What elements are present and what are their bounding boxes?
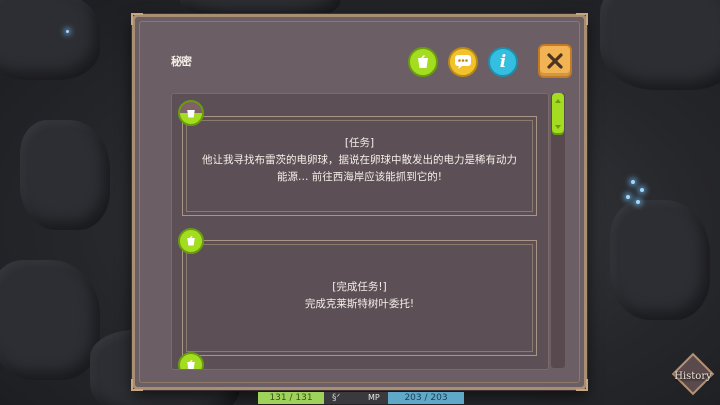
bucket-icon: [418, 55, 428, 68]
quest-entry: [完成任务!] 完成克莱斯特树叶委托!: [182, 240, 537, 356]
chevron-down-icon: [555, 125, 561, 129]
hud-separator: §ᐟ: [324, 392, 368, 404]
quest-log-scrollbar[interactable]: [551, 93, 565, 368]
quest-log-list[interactable]: [任务] 他让我寻找布雷茨的电卵球，据说在卵球中散发出的电力是稀有动力能源… 前…: [171, 93, 549, 370]
quest-entry-title: [完成任务!]: [332, 281, 387, 293]
quest-entry-body: 完成克莱斯特树叶委托!: [304, 298, 415, 310]
mp-value: 203 / 203: [388, 392, 464, 404]
quest-dialog: 秘密 i [任务] 他让我寻找布雷茨的电卵球，据说在卵球中散发出的电力是稀有动力…: [131, 13, 588, 391]
mp-label: MP: [368, 392, 388, 404]
status-bar: 131 / 131 §ᐟ MP 203 / 203: [258, 391, 464, 405]
history-label: History: [674, 371, 712, 382]
chevron-up-icon: [555, 99, 561, 103]
info-icon: i: [499, 52, 507, 72]
frame-corner: [131, 13, 143, 25]
character-portrait: 秘密: [171, 55, 192, 68]
hp-value: 131 / 131: [258, 392, 324, 404]
close-icon: [547, 53, 563, 69]
quest-entry-text: [任务] 他让我寻找布雷茨的电卵球，据说在卵球中散发出的电力是稀有动力能源… 前…: [183, 135, 536, 186]
quest-entry-title: [任务]: [344, 137, 375, 149]
quest-status-pending-icon: [178, 100, 204, 126]
quest-status-done-icon: [178, 228, 204, 254]
frame-corner: [131, 379, 143, 391]
task-button[interactable]: [408, 47, 438, 77]
frame-corner: [576, 379, 588, 391]
scrollbar-thumb[interactable]: [552, 93, 564, 135]
speech-bubble-icon: [455, 55, 471, 69]
frame-corner: [576, 13, 588, 25]
quest-entry-text: [完成任务!] 完成克莱斯特树叶委托!: [183, 279, 536, 313]
history-button[interactable]: History: [668, 352, 718, 403]
quest-entry-body: 他让我寻找布雷茨的电卵球，据说在卵球中散发出的电力是稀有动力能源… 前往西海岸应…: [202, 154, 517, 183]
quest-entry: [任务] 他让我寻找布雷茨的电卵球，据说在卵球中散发出的电力是稀有动力能源… 前…: [182, 116, 537, 216]
info-button[interactable]: i: [488, 47, 518, 77]
chat-button[interactable]: [448, 47, 478, 77]
close-button[interactable]: [538, 44, 572, 78]
